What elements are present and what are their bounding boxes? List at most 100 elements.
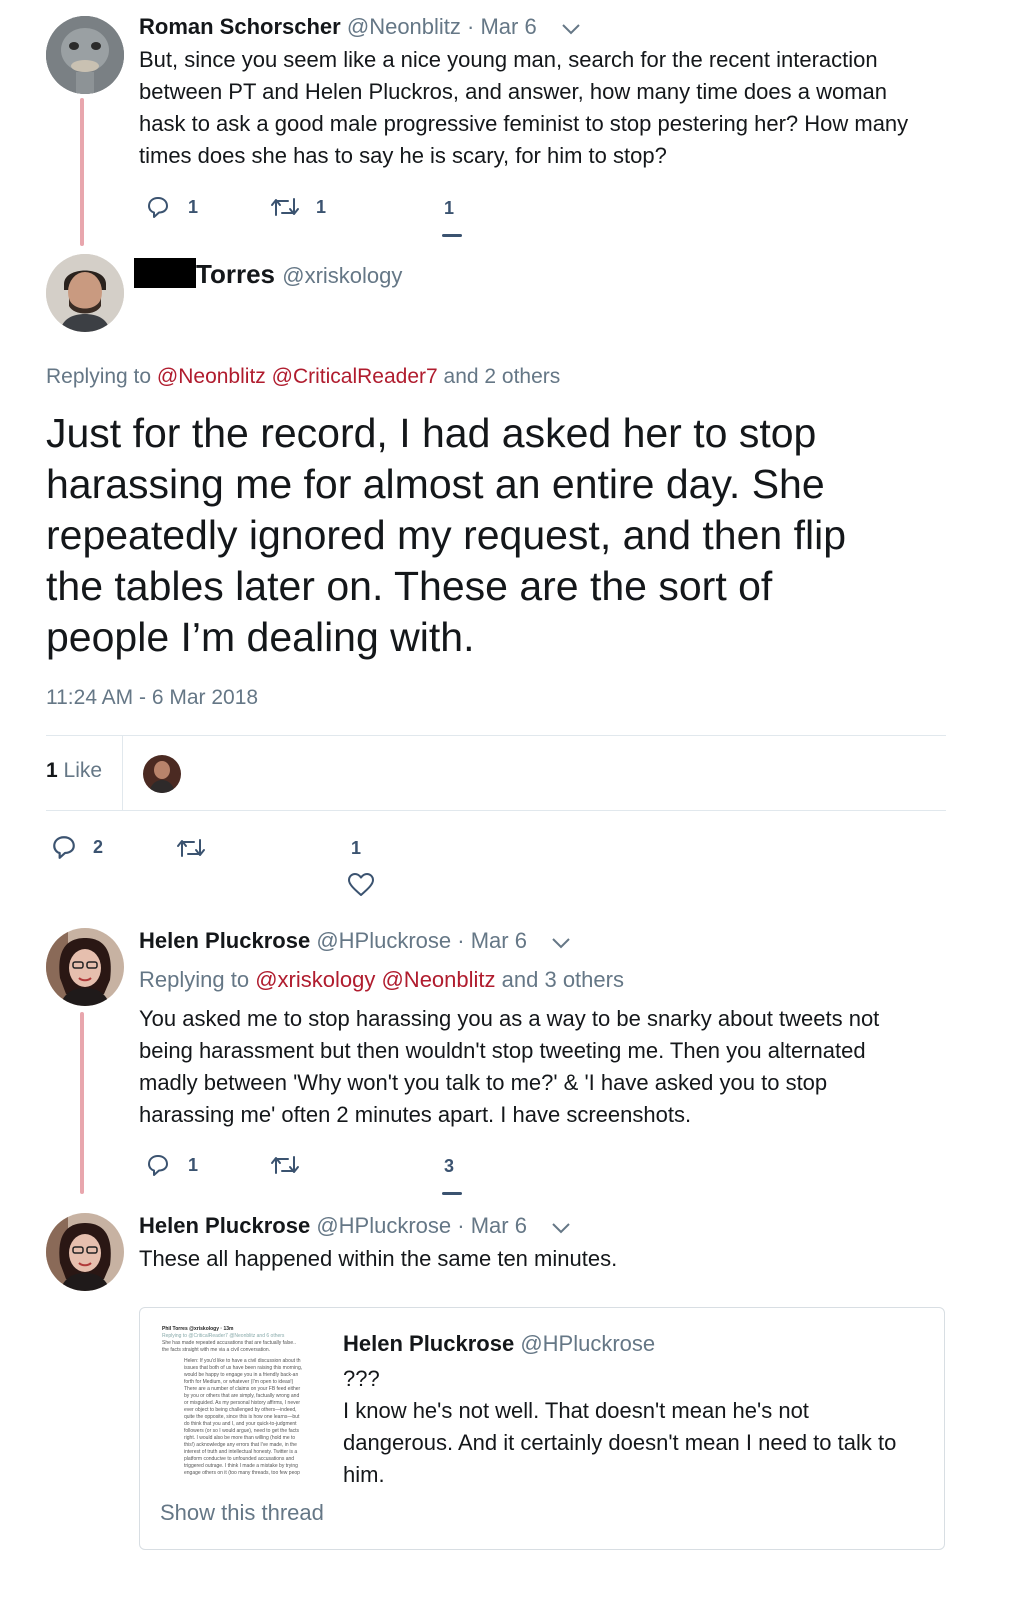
replying-others[interactable]: and 3 others xyxy=(502,967,624,992)
mention-link[interactable]: @Neonblitz xyxy=(381,967,495,992)
replying-prefix: Replying to xyxy=(46,365,152,388)
text-line: ??? xyxy=(343,1366,380,1391)
like-summary[interactable]: 1 Like xyxy=(46,759,102,783)
reply-icon xyxy=(53,836,75,859)
like-total: 1 xyxy=(46,759,58,782)
tweet1-header: Roman Schorscher @Neonblitz · Mar 6 xyxy=(139,14,581,41)
divider xyxy=(46,810,946,811)
reply-button[interactable]: 2 xyxy=(51,834,103,860)
thumb-line: There are a number of claims on your FB … xyxy=(184,1386,301,1392)
author-name[interactable]: Torres xyxy=(196,259,275,289)
author-handle[interactable]: @HPluckrose xyxy=(520,1331,655,1356)
tweet-date[interactable]: · Mar 6 xyxy=(467,14,537,39)
author-handle[interactable]: @xriskology xyxy=(282,263,402,288)
text-line: times does she has to say he is scary, f… xyxy=(139,143,667,168)
person-photo xyxy=(46,1213,124,1291)
tweet1-text: But, since you seem like a nice young ma… xyxy=(139,44,959,172)
text-line: hask to ask a good male progressive femi… xyxy=(139,111,909,136)
thumb-line: triggered outrage. I think I made a mist… xyxy=(184,1463,298,1469)
thumb-line: Helen: If you'd like to have a civil dis… xyxy=(184,1358,301,1364)
like-button[interactable] xyxy=(347,872,375,898)
like-count: 1 xyxy=(351,838,362,858)
author-handle[interactable]: @HPluckrose xyxy=(316,1213,451,1238)
chevron-down-icon[interactable] xyxy=(551,929,571,955)
reply-icon xyxy=(148,197,168,218)
thumb-line: right. I would also be more than willing… xyxy=(184,1435,296,1441)
retweet-icon xyxy=(271,198,299,216)
like-label: Like xyxy=(63,759,103,782)
ostrich-photo xyxy=(46,16,124,94)
reply-button[interactable]: 1 xyxy=(146,195,198,219)
text-line: the tables later on. These are the sort … xyxy=(46,563,773,609)
author-name[interactable]: Helen Pluckrose xyxy=(139,1213,310,1238)
text-line: repeatedly ignored my request, and then … xyxy=(46,512,847,558)
chevron-down-icon[interactable] xyxy=(561,15,581,41)
reply-icon xyxy=(148,1155,168,1176)
text-line: madly between 'Why won't you talk to me?… xyxy=(139,1070,828,1095)
text-line: harassing me for almost an entire day. S… xyxy=(46,461,825,507)
like-count[interactable]: 1 xyxy=(444,198,454,219)
torres-avatar[interactable] xyxy=(46,254,124,332)
author-name[interactable]: Roman Schorscher xyxy=(139,14,341,39)
reply-button[interactable]: 1 xyxy=(146,1153,198,1177)
thumb-line: by you or others that are simply, factua… xyxy=(184,1393,300,1399)
thumb-line: this!) acknowledge any errors that I've … xyxy=(184,1442,297,1448)
author-name[interactable]: Helen Pluckrose xyxy=(139,928,310,953)
roman-avatar[interactable] xyxy=(46,16,124,94)
author-handle[interactable]: @HPluckrose xyxy=(316,928,451,953)
tweet-date[interactable]: · Mar 6 xyxy=(457,928,527,953)
text-line: You asked me to stop harassing you as a … xyxy=(139,1006,880,1031)
divider xyxy=(46,735,946,736)
thumb-line: do think that you and I, and your quick-… xyxy=(184,1421,297,1427)
chevron-down-icon[interactable] xyxy=(551,1214,571,1240)
thumb-line: platform conducive to unfounded accusati… xyxy=(184,1456,295,1462)
like-icon-clipped[interactable] xyxy=(442,234,462,237)
replying-others[interactable]: and 2 others xyxy=(444,365,561,388)
retweet-button[interactable] xyxy=(270,1153,300,1177)
quoted-tweet-card[interactable]: Phil Torres @xriskology · 13m Replying t… xyxy=(139,1307,945,1550)
retweet-icon xyxy=(177,839,205,857)
replying-to: Replying to @xriskology @Neonblitz and 3… xyxy=(139,967,624,993)
thumb-line: followers (or so I would argue), need to… xyxy=(184,1428,300,1434)
text-line: harassing me' often 2 minutes apart. I h… xyxy=(139,1102,692,1127)
person-photo xyxy=(143,755,181,793)
mention-link[interactable]: @xriskology xyxy=(255,967,375,992)
person-photo xyxy=(46,254,124,332)
helen-avatar[interactable] xyxy=(46,1213,124,1291)
thread-screenshot-thumbnail[interactable]: Phil Torres @xriskology · 13m Replying t… xyxy=(162,1326,332,1496)
thread-line xyxy=(80,98,84,246)
thumb-line: ever object to being challenged by other… xyxy=(184,1407,297,1413)
reply-count: 2 xyxy=(93,836,104,857)
author-name[interactable]: Helen Pluckrose xyxy=(343,1331,514,1356)
text-line: dangerous. And it certainly doesn't mean… xyxy=(343,1430,897,1455)
person-photo xyxy=(46,928,124,1006)
quote-header: Helen Pluckrose @HPluckrose xyxy=(343,1331,655,1357)
thumb-line: She has made repeated accusations that a… xyxy=(162,1340,296,1346)
thumb-reply: Replying to @CriticalReader7 @Neonblitz … xyxy=(162,1333,285,1339)
retweet-button[interactable]: 1 xyxy=(270,195,326,219)
like-icon-clipped[interactable] xyxy=(442,1192,462,1195)
thread-line xyxy=(80,1012,84,1194)
thumb-line: quite the opposite, since this is how on… xyxy=(184,1414,300,1420)
thumb-line: the facts straight with me via a civil c… xyxy=(162,1347,271,1353)
thumb-line: or misguided. As my personal history aff… xyxy=(184,1400,301,1406)
tweet-date[interactable]: · Mar 6 xyxy=(457,1213,527,1238)
replying-to: Replying to @Neonblitz @CriticalReader7 … xyxy=(46,365,560,389)
text-line: being harassment but then wouldn't stop … xyxy=(139,1038,866,1063)
retweet-button[interactable] xyxy=(176,836,206,860)
helen-avatar[interactable] xyxy=(46,928,124,1006)
tweet-timestamp[interactable]: 11:24 AM - 6 Mar 2018 xyxy=(46,686,258,710)
show-thread-link[interactable]: Show this thread xyxy=(160,1500,324,1526)
liker-avatar[interactable] xyxy=(143,755,181,793)
like-count[interactable]: 3 xyxy=(444,1156,454,1177)
reply-count: 1 xyxy=(188,1154,199,1175)
reply-count: 1 xyxy=(188,196,199,217)
text-line: him. xyxy=(343,1462,385,1487)
quote-text: ??? I know he's not well. That doesn't m… xyxy=(343,1363,933,1491)
mention-link[interactable]: @CriticalReader7 xyxy=(272,365,438,388)
text-line: people I’m dealing with. xyxy=(46,614,475,660)
divider xyxy=(122,736,123,810)
retweet-icon xyxy=(271,1156,299,1174)
mention-link[interactable]: @Neonblitz xyxy=(157,365,266,388)
author-handle[interactable]: @Neonblitz xyxy=(347,14,461,39)
